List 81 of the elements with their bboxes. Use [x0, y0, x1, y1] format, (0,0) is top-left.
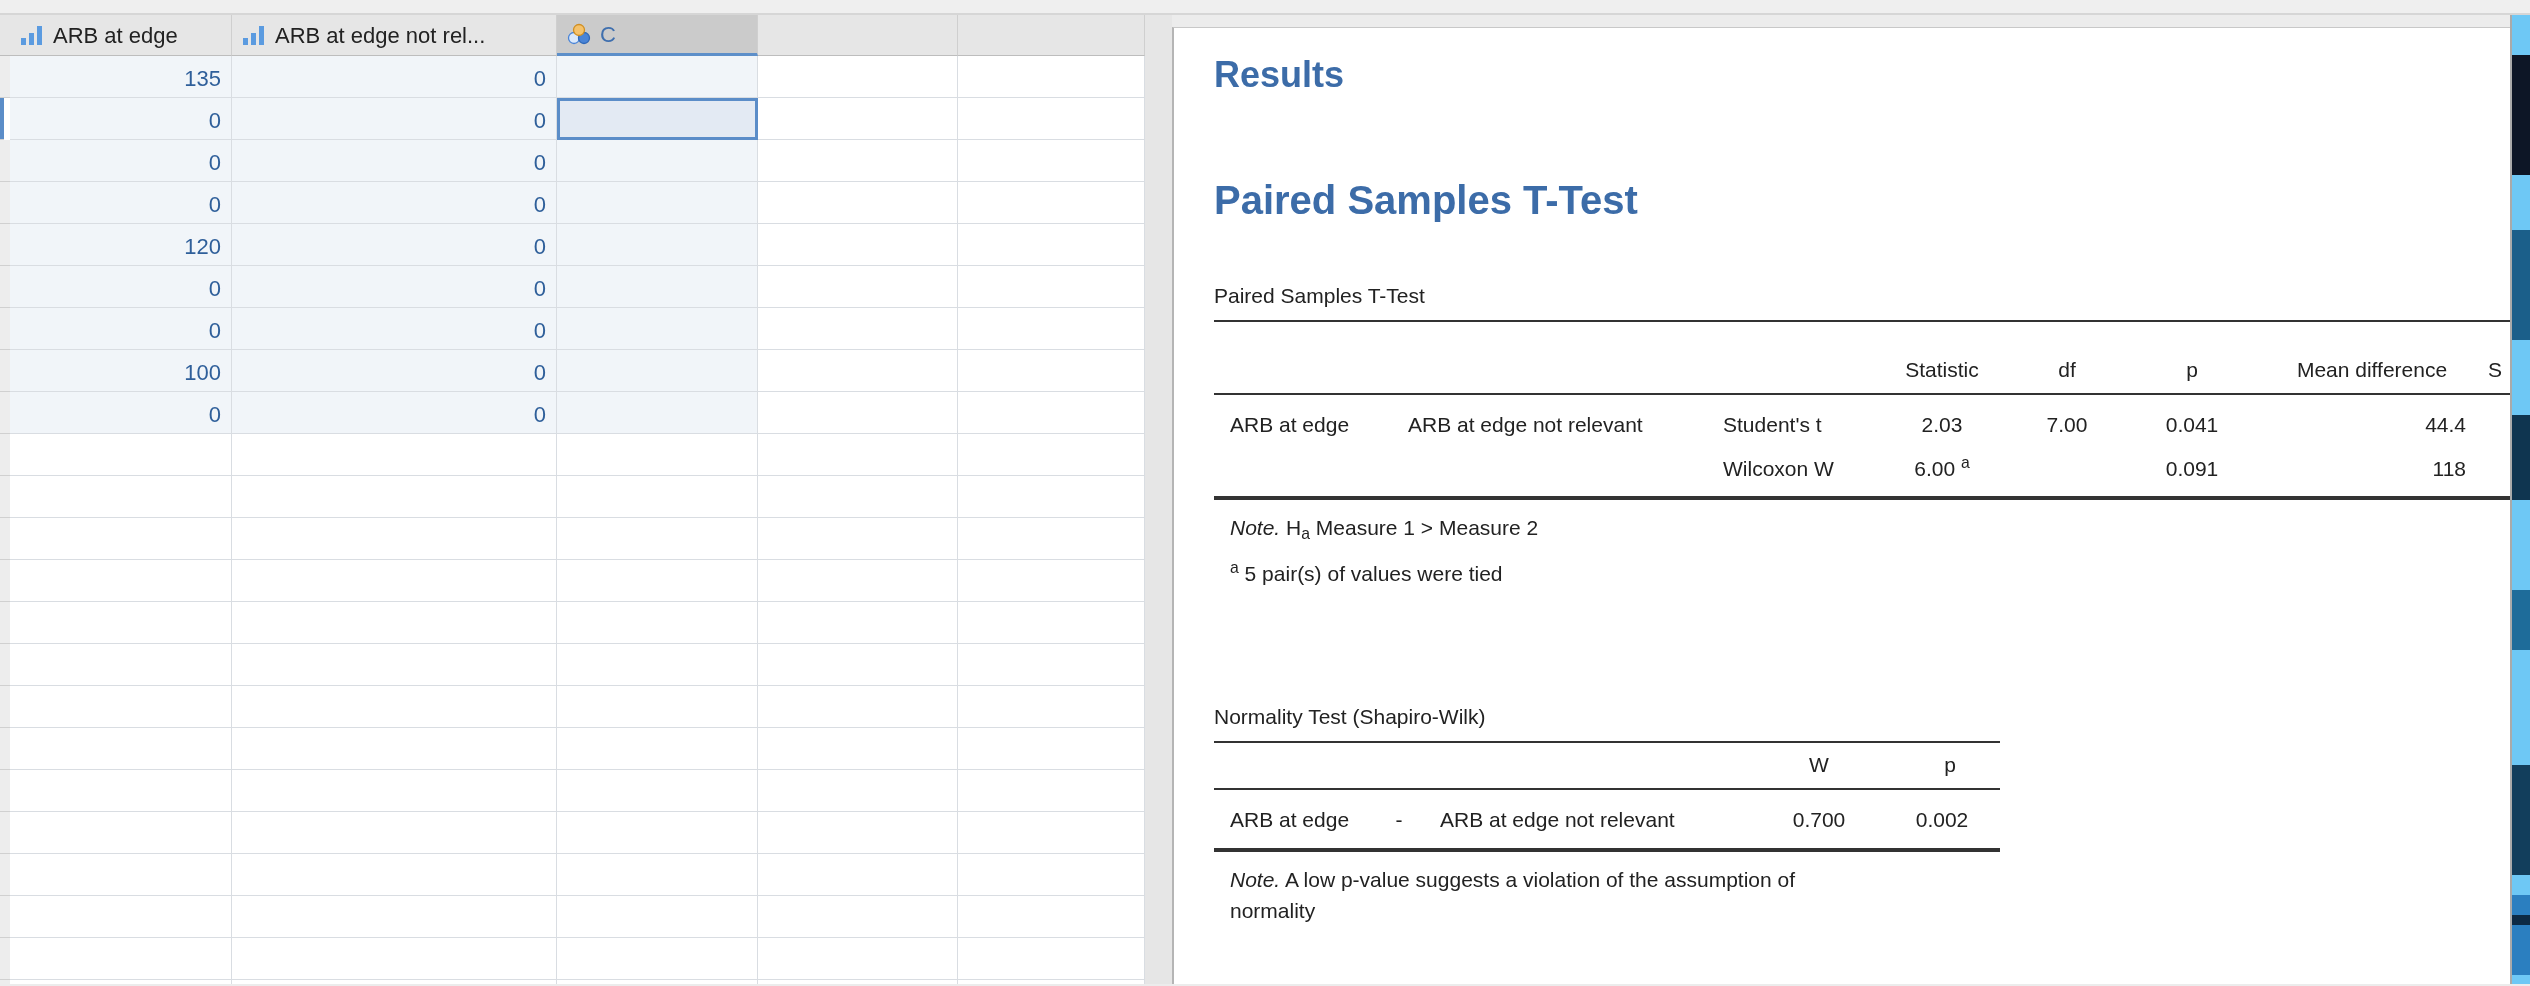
table-cell: 0.041	[2122, 394, 2262, 447]
column-header[interactable]: ARB at edge	[10, 15, 232, 56]
row-header[interactable]	[0, 476, 10, 518]
selected-cell[interactable]	[557, 98, 758, 140]
table-title: Normality Test (Shapiro-Wilk)	[1214, 705, 1486, 728]
table-cell: ARB at edge not relevant	[1424, 789, 1754, 850]
column-title: ARB at edge not rel...	[275, 21, 486, 50]
table-cell: 0	[232, 266, 557, 308]
table-cell: 6.00 $^{a}$	[1872, 446, 2012, 498]
circles-icon	[567, 23, 591, 45]
table-cell: 100	[10, 350, 232, 392]
row-header[interactable]	[0, 518, 10, 560]
table-cell: ARB at edge	[1214, 789, 1374, 850]
row-header[interactable]	[0, 938, 10, 980]
table-cell: 0	[232, 392, 557, 434]
table-cell: 0	[10, 266, 232, 308]
bar-chart-icon	[242, 24, 266, 46]
row-header[interactable]	[0, 602, 10, 644]
column-header[interactable]	[758, 15, 958, 56]
table-cell: 0	[10, 140, 232, 182]
table-cell: 0	[232, 56, 557, 98]
table-cell: Student's t	[1707, 394, 1872, 447]
row-header[interactable]	[0, 854, 10, 896]
column-header: Statistic	[1872, 320, 2012, 394]
row-header[interactable]	[0, 896, 10, 938]
table-cell: 0	[10, 182, 232, 224]
table-cell: 0	[232, 224, 557, 266]
row-header[interactable]	[0, 560, 10, 602]
table-cell: 0.700	[1754, 789, 1884, 850]
row-header[interactable]	[0, 392, 10, 434]
table-cell: 0.002	[1884, 789, 2000, 850]
column-title: C	[600, 20, 616, 49]
table-cell: Wilcoxon W	[1707, 446, 1872, 498]
row-header[interactable]	[0, 686, 10, 728]
table-cell: ARB at edge	[1214, 394, 1392, 447]
table-cell: 0.091	[2122, 446, 2262, 498]
row-header[interactable]	[0, 308, 10, 350]
table-cell: 0	[10, 392, 232, 434]
table-cell: 0	[232, 308, 557, 350]
column-title: ARB at edge	[53, 21, 178, 50]
table-cell: 44.4	[2262, 394, 2482, 447]
table-cell: 0	[232, 182, 557, 224]
column-header: Mean difference	[2262, 320, 2482, 394]
row-header[interactable]	[0, 140, 10, 182]
column-header: W	[1754, 741, 1884, 789]
table-cell: 135	[10, 56, 232, 98]
table-cell: 118	[2262, 446, 2482, 498]
table-cell: -	[1374, 789, 1424, 850]
row-header[interactable]	[0, 770, 10, 812]
row-header[interactable]	[0, 434, 10, 476]
row-header[interactable]	[0, 98, 4, 140]
table-cell: 0	[232, 350, 557, 392]
table-note: Note. A low p-value suggests a violation of the assumption of normality	[1230, 866, 1796, 924]
table-note: Note. H$_{a}$ Measure 1 > Measure 2	[1230, 515, 1539, 544]
table-cell: 0	[10, 308, 232, 350]
table-cell: 0	[10, 98, 232, 140]
column-header[interactable]: ARB at edge not rel...	[232, 15, 557, 56]
column-header: p	[2122, 320, 2262, 394]
table-cell: 2.03	[1872, 394, 2012, 447]
table-note: $^{a}$ 5 pair(s) of values were tied	[1230, 557, 1503, 587]
row-header[interactable]	[0, 812, 10, 854]
row-header[interactable]	[0, 224, 10, 266]
table-cell: 7.00	[2012, 394, 2122, 447]
table-cell: 0	[232, 98, 557, 140]
bar-chart-icon	[20, 24, 44, 46]
row-header[interactable]	[0, 728, 10, 770]
table-cell: 120	[10, 224, 232, 266]
results-title: Results	[1214, 53, 1346, 97]
row-header[interactable]	[0, 350, 10, 392]
column-header: p	[1884, 741, 2000, 789]
row-header[interactable]	[0, 266, 10, 308]
corner-header	[0, 15, 10, 56]
table-cell: 0	[232, 140, 557, 182]
row-header[interactable]	[0, 182, 10, 224]
row-header[interactable]	[0, 56, 10, 98]
row-header[interactable]	[0, 644, 10, 686]
column-header[interactable]	[958, 15, 1145, 56]
table-title: Paired Samples T-Test	[1214, 284, 1425, 307]
column-header: df	[2012, 320, 2122, 394]
section-heading: Paired Samples T-Test	[1214, 177, 1639, 224]
table-cell: ARB at edge not relevant	[1392, 394, 1707, 447]
